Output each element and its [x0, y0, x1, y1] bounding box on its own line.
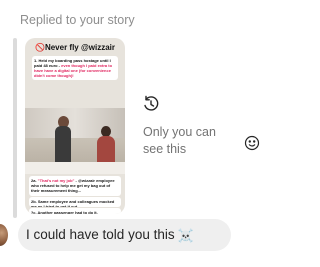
avatar[interactable]: [0, 224, 8, 246]
replay-icon[interactable]: [142, 95, 160, 113]
message-bubble[interactable]: I could have told you this ☠️: [18, 219, 231, 251]
skull-emoji: ☠️: [177, 227, 194, 243]
story-caption-2b: 2b. Same employee and colleagues mocked …: [29, 197, 121, 207]
story-preview[interactable]: 🚫Never fly @wizzair 1. Held my boarding …: [25, 38, 125, 214]
story-photo: [25, 108, 125, 174]
replied-to-story-label: Replied to your story: [20, 13, 135, 27]
only-you-can-see-this-text: Only you can see this: [143, 125, 216, 156]
reply-quote-bar: [13, 38, 17, 218]
message-text: I could have told you this ☠️: [26, 226, 194, 243]
story-headline: 🚫Never fly @wizzair: [34, 43, 115, 52]
story-caption-2a: 2a. "That's not my job" - @wizzair emplo…: [29, 176, 121, 196]
story-caption-2c: 2c. Another passenger had to do it.: [29, 208, 121, 214]
story-caption-1: 1. Held my boarding pass hostage until I…: [32, 56, 118, 80]
smiley-icon[interactable]: [244, 135, 260, 151]
